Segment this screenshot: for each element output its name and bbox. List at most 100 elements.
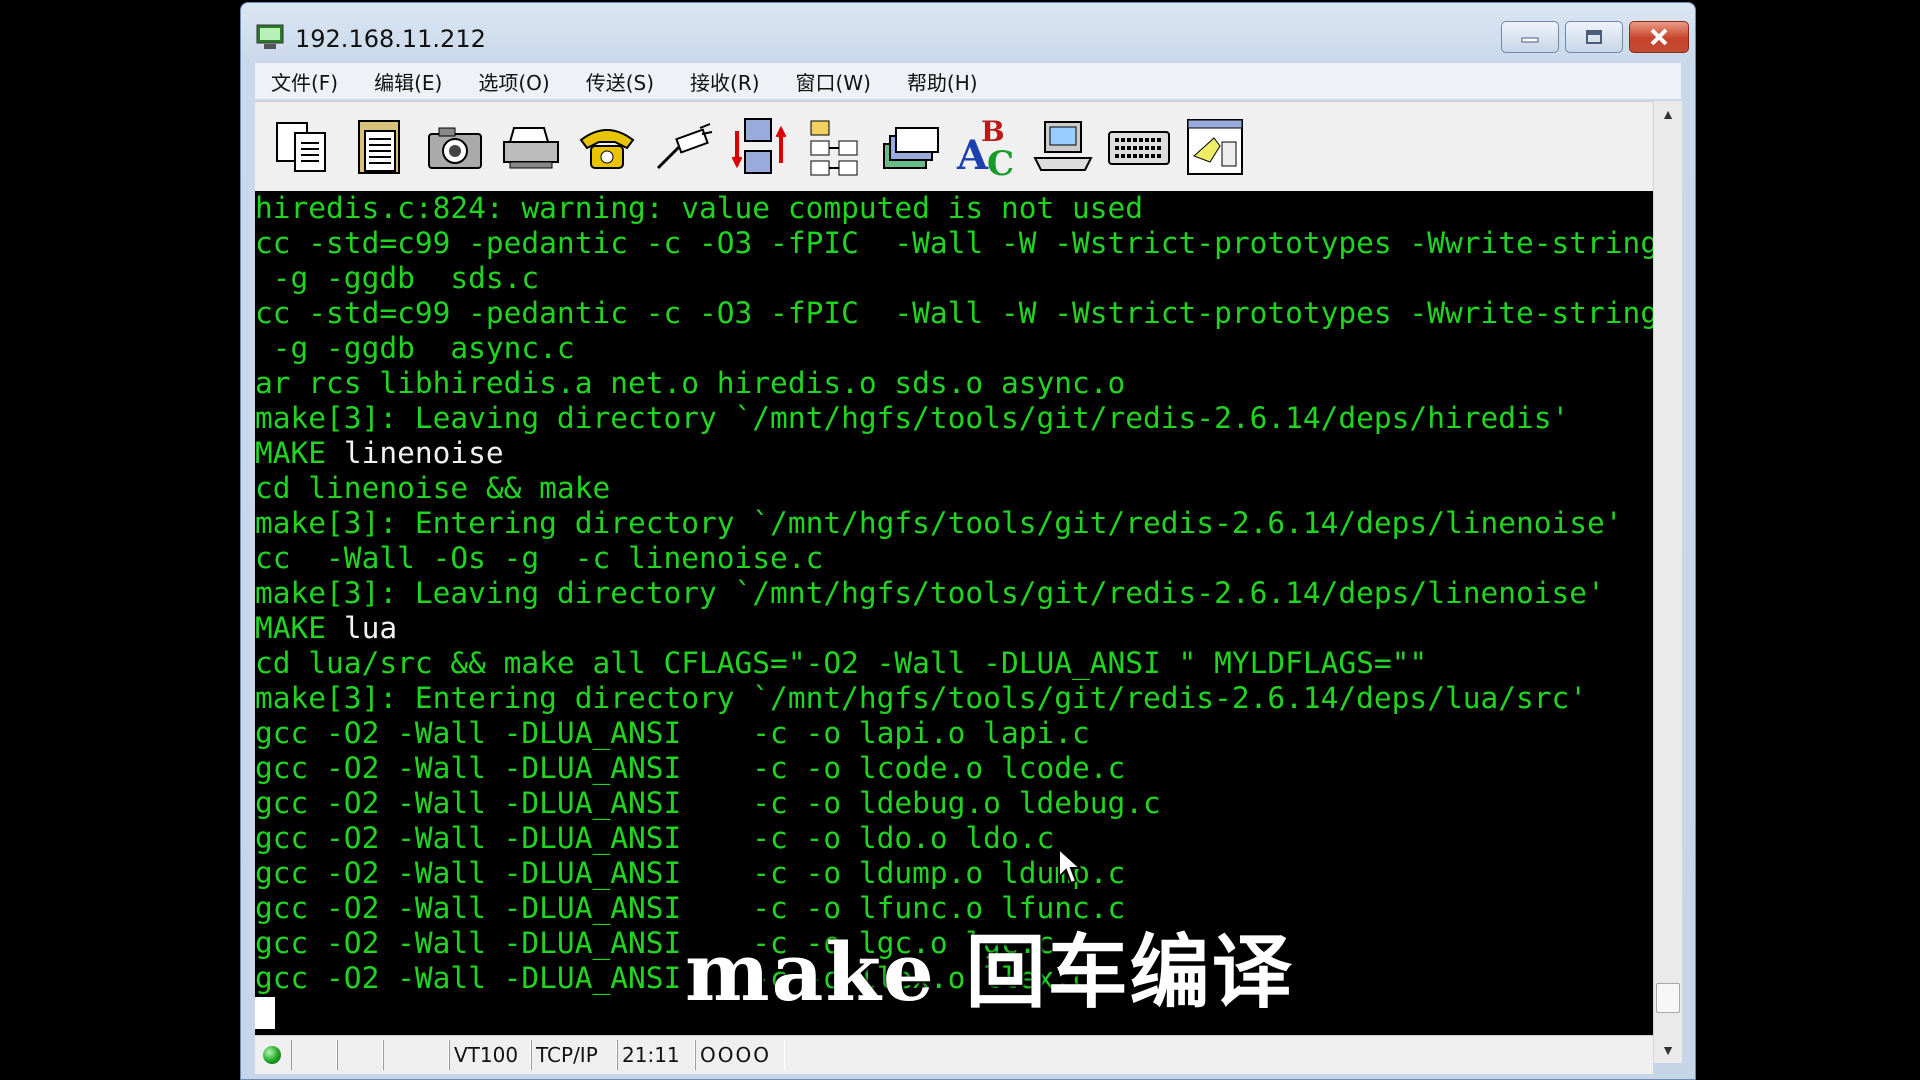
status-cell-empty-1 [291, 1040, 337, 1070]
terminal-line: make[3]: Entering directory `/mnt/hgfs/t… [255, 506, 1653, 541]
dial-button[interactable] [575, 115, 639, 179]
transfer-icon [731, 118, 787, 174]
keyboard-icon [1108, 131, 1170, 165]
font-button[interactable]: ABC [955, 115, 1019, 179]
terminal-line-text: cd lua/src && make all CFLAGS="-O2 -Wall… [255, 646, 1428, 680]
menu-options[interactable]: 选项(O) [474, 65, 553, 98]
terminal-line: cc -std=c99 -pedantic -c -O3 -fPIC -Wall… [255, 296, 1653, 331]
text-cursor [255, 997, 275, 1029]
terminal-line: -g -ggdb async.c [255, 331, 1653, 366]
keyboard-button[interactable] [1107, 115, 1171, 179]
terminal-line-text: cc -std=c99 -pedantic -c -O3 -fPIC -Wall… [255, 296, 1653, 330]
close-icon [1650, 28, 1668, 46]
terminal-line: cd linenoise && make [255, 471, 1653, 506]
terminal-line-text: gcc -O2 -Wall -DLUA_ANSI -c -o lcode.o l… [255, 751, 1126, 785]
terminal-setup-button[interactable] [1031, 115, 1095, 179]
minimize-button[interactable] [1501, 21, 1559, 53]
copy-button[interactable] [271, 115, 335, 179]
paste-button[interactable] [347, 115, 411, 179]
maximize-icon [1586, 30, 1602, 44]
menu-help[interactable]: 帮助(H) [903, 65, 982, 98]
scroll-up-button[interactable]: ▲ [1654, 101, 1682, 127]
status-cursor-position: 21:11 [617, 1040, 695, 1070]
terminal-line-highlight: lua [343, 611, 398, 645]
camera-icon [428, 127, 482, 169]
terminal-line-text: gcc -O2 -Wall -DLUA_ANSI -c -o ldo.o ldo… [255, 821, 1055, 855]
terminal-line: gcc -O2 -Wall -DLUA_ANSI -c -o ldo.o ldo… [255, 821, 1653, 856]
terminal-line-text: gcc -O2 -Wall -DLUA_ANSI -c -o lapi.o la… [255, 716, 1090, 750]
terminal-line: make[3]: Leaving directory `/mnt/hgfs/to… [255, 401, 1653, 436]
status-cell-empty-2 [337, 1040, 383, 1070]
vertical-scrollbar[interactable]: ▲ ▼ [1653, 101, 1682, 1063]
terminal-line: MAKE linenoise [255, 436, 1653, 471]
directory-icon [810, 120, 858, 176]
scroll-down-button[interactable]: ▼ [1654, 1037, 1682, 1063]
terminal-line-text: make[3]: Entering directory `/mnt/hgfs/t… [255, 506, 1623, 540]
terminal-line-text: cc -std=c99 -pedantic -c -O3 -fPIC -Wall… [255, 226, 1653, 260]
terminal-line: -g -ggdb sds.c [255, 261, 1653, 296]
terminal-line-text: make[3]: Leaving directory `/mnt/hgfs/to… [255, 401, 1570, 435]
transfer-button[interactable] [727, 115, 791, 179]
terminal-line: cd lua/src && make all CFLAGS="-O2 -Wall… [255, 646, 1653, 681]
terminal-line: gcc -O2 -Wall -DLUA_ANSI -c -o lcode.o l… [255, 751, 1653, 786]
terminal-line: gcc -O2 -Wall -DLUA_ANSI -c -o ldebug.o … [255, 786, 1653, 821]
terminal-line-text: -g -ggdb async.c [255, 331, 575, 365]
terminal-line-text: cd linenoise && make [255, 471, 611, 505]
terminal-line-text: make[3]: Leaving directory `/mnt/hgfs/to… [255, 576, 1605, 610]
scroll-thumb[interactable] [1656, 983, 1680, 1013]
close-button[interactable] [1629, 21, 1689, 53]
window-title: 192.168.11.212 [295, 25, 486, 53]
menu-window[interactable]: 窗口(W) [792, 65, 875, 98]
terminal-line: hiredis.c:824: warning: value computed i… [255, 191, 1653, 226]
screenshot-button[interactable] [423, 115, 487, 179]
toolbar: ABC [255, 101, 1681, 192]
maximize-button[interactable] [1565, 21, 1623, 53]
status-bar: VT100 TCP/IP 21:11 OOOO [255, 1035, 1653, 1074]
disconnect-button[interactable] [651, 115, 715, 179]
title-bar[interactable]: 192.168.11.212 [241, 3, 1695, 69]
sessions-button[interactable] [879, 115, 943, 179]
status-leds: OOOO [695, 1040, 785, 1070]
disconnect-icon [656, 123, 713, 170]
print-button[interactable] [499, 115, 563, 179]
terminal-line-text: cc -Wall -Os -g -c linenoise.c [255, 541, 824, 575]
svg-text:C: C [987, 144, 1014, 179]
menu-file[interactable]: 文件(F) [267, 65, 342, 98]
terminal-line: gcc -O2 -Wall -DLUA_ANSI -c -o lapi.o la… [255, 716, 1653, 751]
phone-icon [579, 129, 635, 169]
menu-bar: 文件(F) 编辑(E) 选项(O) 传送(S) 接收(R) 窗口(W) 帮助(H… [255, 63, 1681, 99]
log-button[interactable] [1183, 115, 1247, 179]
terminal-line: make[3]: Leaving directory `/mnt/hgfs/to… [255, 576, 1653, 611]
status-protocol: TCP/IP [531, 1040, 617, 1070]
terminal-line-text: MAKE [255, 611, 344, 645]
print-icon [503, 127, 559, 169]
terminal-output: hiredis.c:824: warning: value computed i… [255, 191, 1653, 996]
menu-edit[interactable]: 编辑(E) [370, 65, 446, 98]
terminal-line-text: make[3]: Entering directory `/mnt/hgfs/t… [255, 681, 1588, 715]
status-cell-empty-3 [383, 1040, 449, 1070]
status-emulation: VT100 [449, 1040, 531, 1070]
menu-send[interactable]: 传送(S) [582, 65, 658, 98]
log-icon [1187, 119, 1243, 175]
app-icon [256, 24, 284, 49]
terminal-line-highlight: linenoise [343, 436, 504, 470]
copy-icon [276, 122, 326, 172]
terminal-line-text: MAKE [255, 436, 344, 470]
terminal-line: MAKE lua [255, 611, 1653, 646]
mouse-pointer-icon [1058, 847, 1081, 885]
sessions-icon [883, 127, 939, 169]
video-subtitle: make 回车编译 [685, 925, 1294, 1019]
terminal-line: make[3]: Entering directory `/mnt/hgfs/t… [255, 681, 1653, 716]
minimize-icon [1521, 37, 1539, 43]
menu-receive[interactable]: 接收(R) [686, 65, 764, 98]
directory-button[interactable] [803, 115, 867, 179]
terminal-line-text: ar rcs libhiredis.a net.o hiredis.o sds.… [255, 366, 1126, 400]
terminal-line: cc -Wall -Os -g -c linenoise.c [255, 541, 1653, 576]
terminal-line-text: gcc -O2 -Wall -DLUA_ANSI -c -o ldebug.o … [255, 786, 1161, 820]
terminal-line: gcc -O2 -Wall -DLUA_ANSI -c -o ldump.o l… [255, 856, 1653, 891]
terminal-line-text: gcc -O2 -Wall -DLUA_ANSI -c -o ldump.o l… [255, 856, 1126, 890]
font-icon: ABC [956, 115, 1014, 179]
terminal-line: ar rcs libhiredis.a net.o hiredis.o sds.… [255, 366, 1653, 401]
terminal-line-text: hiredis.c:824: warning: value computed i… [255, 191, 1144, 225]
paste-icon [358, 120, 400, 174]
